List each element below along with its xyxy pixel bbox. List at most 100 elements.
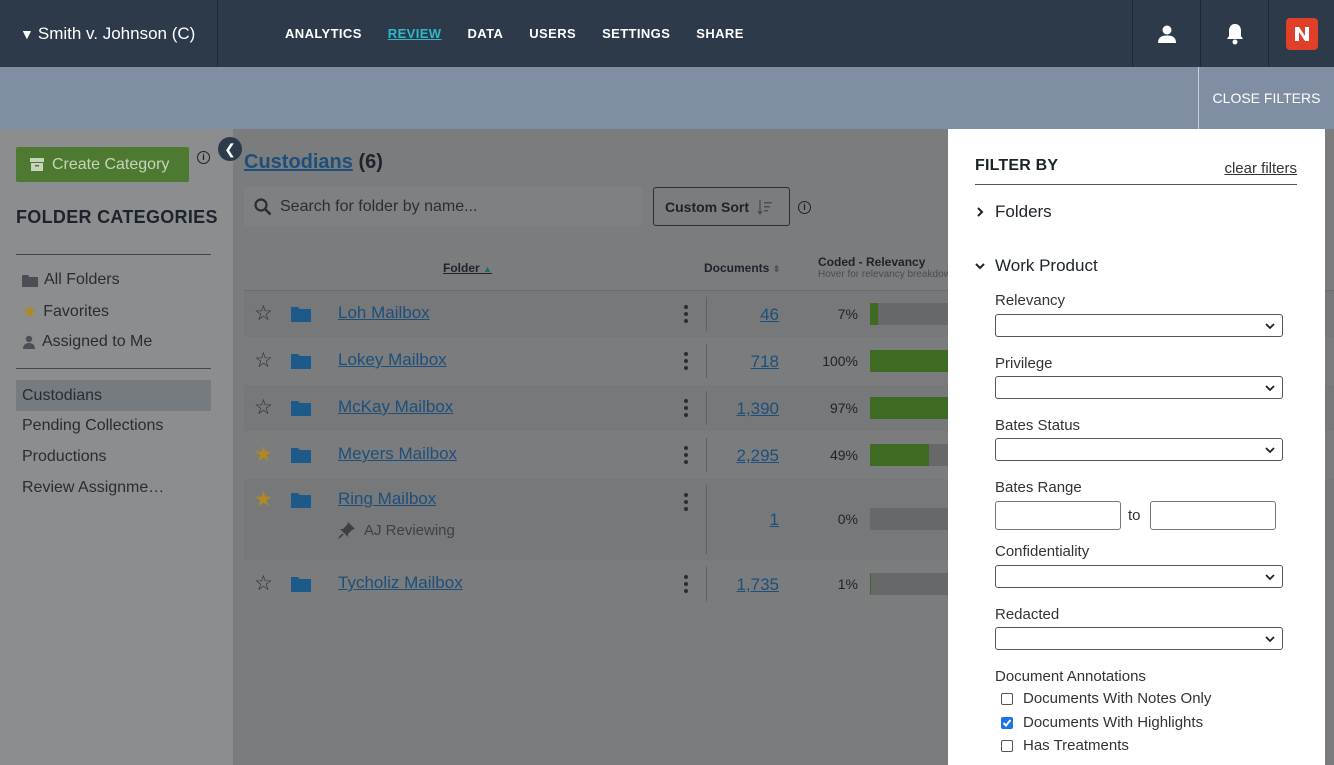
work-product-section-toggle[interactable]: Work Product: [975, 256, 1098, 276]
nav-data[interactable]: DATA: [467, 26, 503, 41]
sidebar-item-all-folders[interactable]: All Folders: [22, 271, 120, 289]
relevancy-select[interactable]: [995, 314, 1283, 337]
star-outline-icon[interactable]: ☆: [254, 395, 273, 420]
create-info-icon[interactable]: i: [197, 151, 210, 164]
coded-percent: 0%: [837, 511, 858, 527]
star-outline-icon[interactable]: ☆: [254, 301, 273, 326]
folders-section-toggle[interactable]: Folders: [975, 202, 1052, 222]
close-filters-button[interactable]: CLOSE FILTERS: [1198, 67, 1334, 129]
row-menu-icon[interactable]: [684, 399, 690, 417]
redacted-select[interactable]: [995, 627, 1283, 650]
has-treatments-checkbox[interactable]: Has Treatments: [1001, 737, 1129, 754]
notes-only-checkbox[interactable]: Documents With Notes Only: [1001, 690, 1211, 707]
document-count-link[interactable]: 1,735: [699, 575, 779, 595]
folder-search: [244, 187, 642, 226]
sort-info-icon[interactable]: i: [798, 201, 811, 214]
brand-button[interactable]: [1268, 0, 1334, 67]
privilege-select[interactable]: [995, 376, 1283, 399]
checkbox-label: Documents With Notes Only: [1023, 690, 1212, 707]
star-outline-icon[interactable]: ☆: [254, 348, 273, 373]
folder-icon: [291, 448, 311, 463]
nav-settings[interactable]: SETTINGS: [602, 26, 670, 41]
nav-share[interactable]: SHARE: [696, 26, 744, 41]
folder-icon: [22, 274, 38, 287]
bates-range-from-input[interactable]: [995, 501, 1121, 530]
folder-name-link[interactable]: McKay Mailbox: [338, 397, 453, 417]
folder-icon: [291, 401, 311, 416]
filter-panel: FILTER BY clear filters Folders Work Pro…: [948, 129, 1325, 765]
bell-icon: [1226, 23, 1243, 44]
row-menu-icon[interactable]: [684, 305, 690, 323]
document-count-link[interactable]: 718: [699, 352, 779, 372]
sidebar-item-pending-collections[interactable]: Pending Collections: [22, 417, 163, 435]
folder-name-link[interactable]: Tycholiz Mailbox: [338, 573, 463, 593]
checkbox-checked[interactable]: [1001, 716, 1013, 729]
check-icon: [1002, 718, 1012, 727]
row-menu-icon[interactable]: [684, 493, 690, 511]
nav-review[interactable]: REVIEW: [388, 26, 442, 41]
custom-sort-label: Custom Sort: [665, 198, 749, 215]
divider: [16, 368, 211, 369]
row-menu-icon[interactable]: [684, 352, 690, 370]
relevancy-label: Relevancy: [995, 292, 1066, 309]
clear-filters-link[interactable]: clear filters: [1224, 160, 1297, 177]
chevron-down-icon: [1265, 385, 1275, 392]
sidebar-item-review-assignments[interactable]: Review Assignme…: [22, 479, 164, 497]
row-menu-icon[interactable]: [684, 446, 690, 464]
star-filled-icon[interactable]: ★: [254, 487, 273, 512]
nav-users[interactable]: USERS: [529, 26, 576, 41]
folder-search-input[interactable]: [280, 197, 620, 216]
coded-progress-fill: [870, 573, 872, 595]
coded-percent: 7%: [837, 306, 858, 322]
document-count-link[interactable]: 46: [699, 305, 779, 325]
folder-icon: [291, 307, 311, 322]
folder-icon: [291, 577, 311, 592]
checkbox[interactable]: [1001, 739, 1013, 752]
checkbox-label: Has Treatments: [1023, 737, 1129, 754]
column-coded[interactable]: Coded - Relevancy Hover for relevancy br…: [818, 255, 951, 280]
collapse-sidebar-button[interactable]: ❮: [218, 137, 242, 161]
category-title-link[interactable]: Custodians: [244, 151, 353, 173]
sidebar-item-favorites[interactable]: ★ Favorites: [22, 302, 109, 322]
sidebar-item-custodians[interactable]: Custodians: [16, 380, 211, 411]
case-selector[interactable]: ▼ Smith v. Johnson (C): [0, 0, 218, 67]
custom-sort-button[interactable]: Custom Sort: [653, 187, 790, 226]
brand-mark-icon: [1294, 26, 1309, 41]
chevron-down-icon: [975, 263, 985, 270]
chevron-down-icon: [1265, 636, 1275, 643]
bates-range-to-label: to: [1128, 507, 1141, 524]
nav-analytics[interactable]: ANALYTICS: [285, 26, 362, 41]
confidentiality-select[interactable]: [995, 565, 1283, 588]
notifications-button[interactable]: [1200, 0, 1268, 67]
bates-range-to-input[interactable]: [1150, 501, 1276, 530]
checkbox-label: Documents With Highlights: [1023, 714, 1204, 731]
bates-status-select[interactable]: [995, 438, 1283, 461]
sidebar-item-label: Productions: [22, 448, 107, 465]
filter-panel-header: FILTER BY clear filters: [975, 157, 1297, 185]
document-count-link[interactable]: 1: [699, 510, 779, 530]
star-filled-icon[interactable]: ★: [254, 442, 273, 467]
folder-name-link[interactable]: Loh Mailbox: [338, 303, 430, 323]
document-count-link[interactable]: 2,295: [699, 446, 779, 466]
sidebar-item-label: Custodians: [22, 386, 103, 404]
sidebar-item-assigned[interactable]: Assigned to Me: [22, 333, 152, 351]
checkbox[interactable]: [1001, 692, 1013, 705]
search-icon: [254, 197, 272, 215]
assignee-label: AJ Reviewing: [364, 521, 455, 539]
column-folder[interactable]: Folder ▲: [443, 261, 492, 275]
document-count-link[interactable]: 1,390: [699, 399, 779, 419]
highlights-checkbox[interactable]: Documents With Highlights: [1001, 714, 1203, 731]
user-menu-button[interactable]: [1132, 0, 1200, 67]
folder-name-link[interactable]: Lokey Mailbox: [338, 350, 447, 370]
folder-name-link[interactable]: Meyers Mailbox: [338, 444, 457, 464]
star-outline-icon[interactable]: ☆: [254, 571, 273, 596]
case-toggle-icon: ▼: [20, 25, 34, 42]
create-category-button[interactable]: Create Category: [16, 147, 189, 182]
sidebar-item-productions[interactable]: Productions: [22, 448, 107, 466]
column-documents[interactable]: Documents ⬍: [704, 261, 780, 275]
sort-both-icon: ⬍: [772, 264, 781, 274]
redacted-label: Redacted: [995, 606, 1060, 623]
folder-name-link[interactable]: Ring Mailbox: [338, 489, 436, 509]
row-menu-icon[interactable]: [684, 575, 690, 593]
folders-section-label: Folders: [995, 202, 1052, 221]
